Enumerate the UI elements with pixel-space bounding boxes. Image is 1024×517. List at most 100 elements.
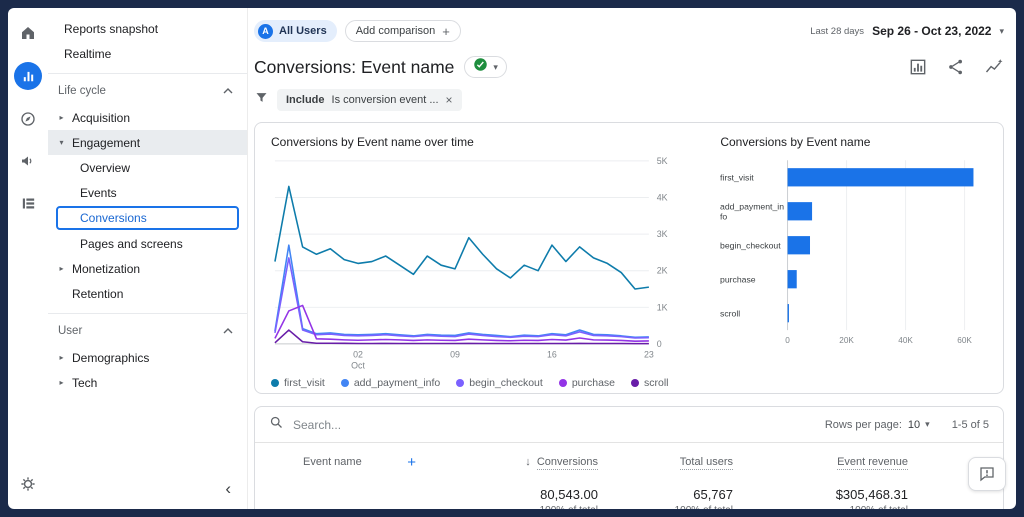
charts-card: Conversions by Event name over time 5K 4K…	[254, 122, 1004, 395]
chevron-right-icon: ▸	[59, 378, 64, 387]
search-input[interactable]	[293, 417, 816, 432]
feedback-button[interactable]	[968, 457, 1006, 491]
totals-value: 65,767	[693, 487, 733, 503]
sidebar-item-label: Realtime	[64, 46, 112, 61]
line-chart-panel: Conversions by Event name over time 5K 4K…	[271, 135, 684, 389]
chevron-up-icon	[223, 85, 233, 97]
svg-text:0: 0	[786, 336, 791, 345]
sidebar-collapse-button[interactable]: ‹	[225, 480, 231, 497]
search-icon	[269, 415, 284, 435]
sidebar-item-engagement[interactable]: ▾ Engagement	[48, 130, 247, 155]
sidebar-item-label: Overview	[80, 160, 131, 175]
home-icon[interactable]	[15, 20, 41, 46]
rows-per-page-select[interactable]: 10 ▾	[908, 419, 930, 431]
reports-icon[interactable]	[14, 62, 42, 90]
chevron-down-icon: ▾	[59, 138, 64, 147]
bar-chart: 0 20K 40K 60K first_visit add_payment_info beg…	[720, 160, 974, 345]
page-title: Conversions: Event name	[254, 56, 455, 77]
check-circle-icon	[473, 57, 488, 77]
segment-badge: A	[258, 23, 273, 39]
column-header-conversions[interactable]: ↓ Conversions	[438, 456, 598, 471]
sidebar-item-label: Acquisition	[72, 110, 131, 125]
customize-report-icon[interactable]	[908, 57, 928, 77]
filter-chip[interactable]: Include Is conversion event ... ×	[277, 89, 462, 111]
sidebar-item-monetization[interactable]: ▸ Monetization	[48, 256, 247, 281]
totals-percent: 100% of total	[598, 505, 733, 509]
section-label: Life cycle	[58, 85, 106, 97]
sidebar-item-acquisition[interactable]: ▸ Acquisition	[48, 105, 247, 130]
sidebar-divider	[48, 73, 247, 74]
totals-total-users-cell: 65,767 100% of total	[598, 487, 733, 509]
svg-text:0: 0	[657, 339, 662, 349]
chevron-right-icon: ▸	[59, 113, 64, 122]
sidebar-item-events[interactable]: Events	[48, 180, 247, 205]
svg-text:3K: 3K	[657, 229, 668, 239]
totals-value: 80,543.00	[540, 487, 598, 503]
add-comparison-label: Add comparison	[355, 25, 436, 37]
explore-icon[interactable]	[15, 106, 41, 132]
column-header-event-revenue[interactable]: Event revenue	[733, 456, 908, 471]
sidebar-item-demographics[interactable]: ▸ Demographics	[48, 345, 247, 370]
sidebar-item-overview[interactable]: Overview	[48, 155, 247, 180]
date-range-label: Last 28 days	[810, 25, 865, 37]
date-range-value: Sep 26 - Oct 23, 2022	[872, 24, 992, 38]
date-range-selector[interactable]: Last 28 days Sep 26 - Oct 23, 2022 ▾	[810, 24, 1004, 38]
report-header: Conversions: Event name ▾	[254, 53, 1004, 81]
settings-gear-icon[interactable]	[15, 471, 41, 497]
sidebar-item-retention[interactable]: Retention	[48, 281, 247, 306]
close-icon[interactable]: ×	[446, 93, 453, 107]
filter-funnel-icon[interactable]	[254, 90, 269, 110]
sort-descending-icon: ↓	[525, 456, 531, 469]
bar-chart-panel: Conversions by Event name 0 20K 40K 60K firs…	[720, 135, 987, 389]
sidebar-item-conversions[interactable]: Conversions	[56, 206, 239, 230]
line-chart-legend: first_visit add_payment_info begin_checkou…	[271, 377, 684, 389]
column-label: Total users	[679, 456, 733, 471]
legend-item: begin_checkout	[456, 377, 543, 389]
totals-percent: 100% of total	[733, 505, 908, 509]
svg-text:begin_checkout: begin_checkout	[720, 240, 781, 250]
add-column-icon[interactable]: +	[407, 454, 416, 471]
caret-down-icon: ▾	[493, 61, 498, 72]
column-header-event-name[interactable]: Event name +	[303, 454, 438, 471]
rows-per-page-label: Rows per page:	[824, 418, 902, 431]
sidebar-item-tech[interactable]: ▸ Tech	[48, 370, 247, 395]
advertising-icon[interactable]	[15, 148, 41, 174]
line-chart: 5K 4K 3K 2K 1K 0 02Oct 09 16 23	[274, 156, 668, 371]
library-icon[interactable]	[15, 190, 41, 216]
sidebar-section-life-cycle[interactable]: Life cycle	[48, 77, 247, 105]
sidebar-item-realtime[interactable]: Realtime	[48, 41, 247, 66]
insights-icon[interactable]	[984, 57, 1004, 77]
sidebar-item-pages-and-screens[interactable]: Pages and screens	[48, 231, 247, 256]
legend-label: scroll	[644, 377, 669, 390]
svg-text:20K: 20K	[840, 336, 855, 345]
svg-text:09: 09	[450, 350, 460, 360]
column-header-total-users[interactable]: Total users	[598, 456, 733, 471]
totals-conversions-cell: 80,543.00 100% of total	[438, 487, 598, 509]
table-totals-row: 80,543.00 100% of total 65,767 100% of t…	[255, 481, 1003, 509]
pagination-controls: Rows per page: 10 ▾ 1-5 of 5	[825, 419, 989, 431]
table-toolbar: Rows per page: 10 ▾ 1-5 of 5	[255, 407, 1003, 444]
svg-text:add_payment_in: add_payment_in	[720, 201, 784, 211]
sidebar-item-reports-snapshot[interactable]: Reports snapshot	[48, 16, 247, 41]
legend-dot	[631, 379, 640, 388]
legend-label: begin_checkout	[469, 377, 543, 390]
svg-text:2K: 2K	[657, 266, 668, 276]
share-icon[interactable]	[946, 57, 966, 77]
conversion-status-dropdown[interactable]: ▾	[464, 56, 507, 78]
legend-dot	[456, 379, 465, 388]
bar-chart-title: Conversions by Event name	[720, 135, 871, 149]
legend-dot	[558, 379, 567, 388]
legend-dot	[340, 379, 349, 388]
legend-item: first_visit	[271, 377, 325, 389]
add-comparison-button[interactable]: Add comparison +	[344, 20, 461, 42]
chevron-right-icon: ▸	[59, 264, 64, 273]
sidebar-item-label: Pages and screens	[80, 236, 183, 251]
sidebar-item-label: Reports snapshot	[64, 21, 159, 36]
sidebar-section-user[interactable]: User	[48, 317, 247, 345]
plus-icon: +	[442, 23, 450, 39]
filter-condition: Is conversion event ...	[331, 94, 439, 106]
section-label: User	[58, 325, 83, 337]
svg-text:1K: 1K	[657, 302, 668, 312]
all-users-chip[interactable]: A All Users	[254, 20, 337, 42]
svg-text:purchase: purchase	[720, 274, 756, 284]
